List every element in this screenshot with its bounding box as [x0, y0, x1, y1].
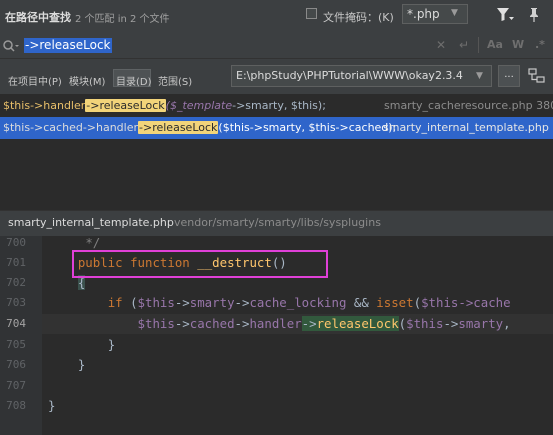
file-mask-label: 文件掩码：(K) [323, 11, 394, 24]
browse-button[interactable]: ... [498, 65, 520, 87]
recursive-directory-icon[interactable] [527, 67, 547, 85]
line-number: 708 [6, 399, 26, 412]
file-mask-value: *.php [407, 7, 440, 21]
line-number: 702 [6, 276, 26, 289]
results-empty-area [0, 139, 553, 209]
directory-path: E:\phpStudy\PHPTutorial\WWW\okay2.3.4 [236, 69, 463, 82]
code-line-current: $this->cached->handler->releaseLock($thi… [137, 316, 511, 331]
file-mask-checkbox[interactable] [306, 8, 317, 19]
code-line: } [77, 357, 86, 372]
newline-icon[interactable]: ↵ [459, 38, 469, 52]
separator [478, 37, 479, 53]
line-number-current: 704 [6, 317, 26, 330]
match-count: 2 个匹配 in 2 个文件 [75, 14, 170, 25]
search-query: ->releaseLock [24, 38, 112, 53]
line-number: 701 [6, 256, 26, 269]
scope-tab-directory[interactable]: 目录(D) [116, 73, 152, 88]
annotation-highlight-box [72, 250, 328, 278]
pin-icon[interactable] [526, 7, 542, 23]
whole-words-toggle[interactable]: W [512, 38, 524, 51]
match-highlight: ->releaseLock [85, 99, 166, 112]
result-row[interactable]: $this->handler->releaseLock($_template->… [0, 95, 553, 117]
regex-toggle[interactable]: .* [535, 38, 545, 51]
search-match-highlight: ->releaseLock [301, 316, 399, 331]
match-highlight: ->releaseLock [138, 121, 219, 134]
scope-tab-scope[interactable]: 范围(S) [158, 73, 192, 88]
result-file: smarty_cacheresource.php 380 [384, 99, 553, 112]
code-line: } [48, 398, 56, 413]
code-line: } [107, 337, 116, 352]
line-number: 706 [6, 358, 26, 371]
result-file: smarty_internal_template.php 7 [383, 121, 553, 134]
line-number: 703 [6, 296, 26, 309]
line-number: 707 [6, 379, 26, 392]
scope-tab-module[interactable]: 模块(M) [69, 73, 105, 88]
preview-file-name: smarty_internal_template.php [8, 216, 174, 229]
filter-icon[interactable] [496, 7, 514, 23]
result-row-selected[interactable]: $this->cached->handler->releaseLock($thi… [0, 117, 553, 139]
clear-icon[interactable]: ✕ [436, 38, 446, 52]
code-line: if ($this->smarty->cache_locking && isse… [107, 295, 511, 310]
result-code: $this->cached->handler->releaseLock($thi… [3, 121, 397, 134]
scope-tab-project[interactable]: 在项目中(P) [8, 73, 62, 88]
result-code: $this->handler->releaseLock($_template->… [3, 99, 326, 112]
chevron-down-icon[interactable]: ▼ [476, 71, 483, 81]
search-icon[interactable] [2, 39, 20, 53]
match-case-toggle[interactable]: Aa [487, 38, 503, 51]
chevron-down-icon[interactable]: ▼ [451, 8, 458, 18]
dialog-title: 在路径中查找 [5, 11, 71, 24]
line-number: 705 [6, 338, 26, 351]
line-number: 700 [6, 236, 26, 249]
preview-file-path: vendor/smarty/smarty/libs/sysplugins [174, 216, 381, 229]
